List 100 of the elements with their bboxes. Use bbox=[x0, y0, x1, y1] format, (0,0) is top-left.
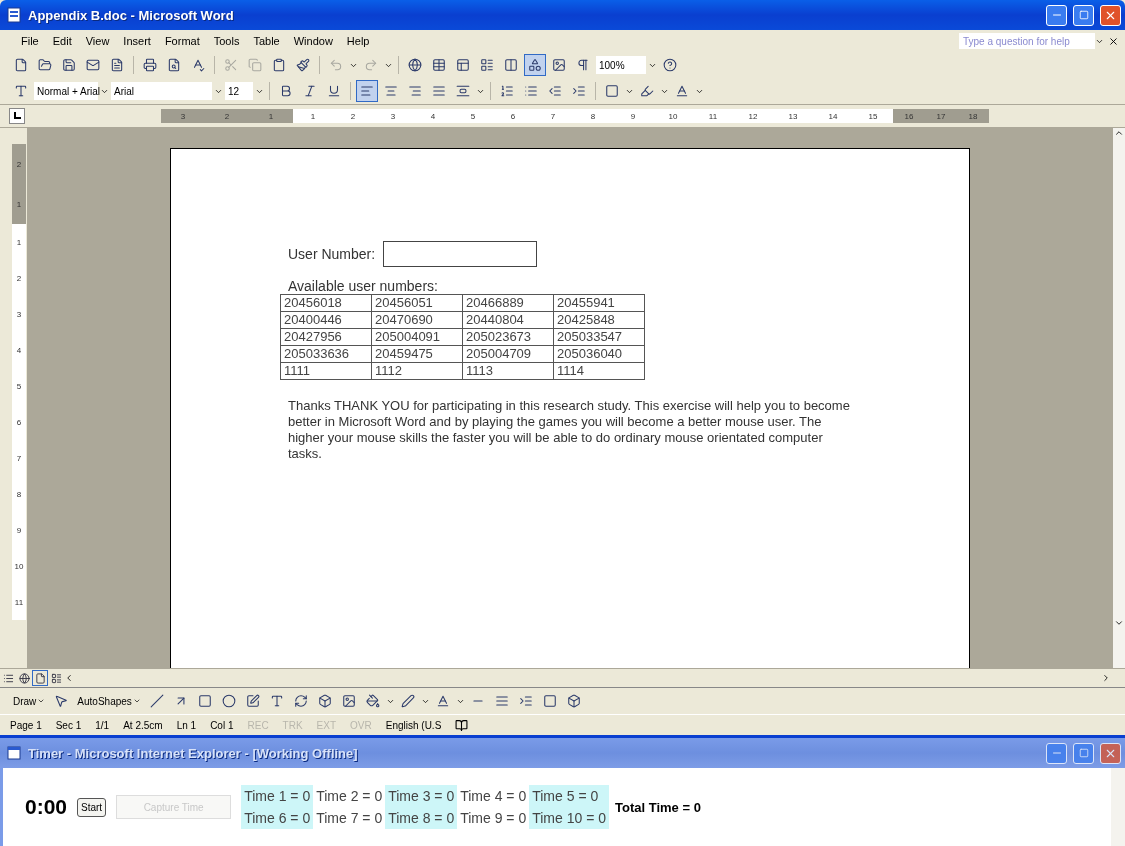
menu-item[interactable]: Window bbox=[286, 33, 340, 49]
ruler-number: 2 bbox=[15, 158, 23, 171]
drawing-icon[interactable] bbox=[524, 54, 546, 76]
window-title: Timer - Microsoft Internet Explorer - [Working Offline] bbox=[28, 745, 359, 761]
vertical-scrollbar[interactable] bbox=[1113, 128, 1125, 668]
page-icon bbox=[6, 745, 22, 761]
web-view-icon[interactable] bbox=[16, 670, 32, 686]
paragraph: Thanks THANK YOU for participating in this research study. This exercise will help you to become better in Microsoft Word and by playing the games you will become a better mouse user. The higher your mouse skills the faster you will be able to do ordinary mouse orientated computer tasks. bbox=[288, 398, 851, 462]
print-layout-icon[interactable] bbox=[32, 670, 48, 686]
close-button[interactable] bbox=[1100, 4, 1121, 26]
draw-menu-button[interactable]: Draw bbox=[10, 695, 49, 707]
time-reading: Time 6 = 0 bbox=[241, 807, 314, 829]
menu-item[interactable]: Table bbox=[246, 33, 287, 49]
timer-display: 0:00 bbox=[25, 795, 68, 819]
table-cell: 20440804 bbox=[462, 311, 554, 329]
table-cell: 205023673 bbox=[462, 328, 554, 346]
table-caption: Available user numbers: bbox=[288, 278, 439, 294]
ruler-number: 4 bbox=[15, 344, 23, 357]
minimize-button[interactable] bbox=[1046, 742, 1067, 764]
table-cell: 20466889 bbox=[462, 294, 554, 312]
help-search-field[interactable]: Type a question for help bbox=[959, 33, 1095, 49]
table-cell: 205033547 bbox=[553, 328, 645, 346]
ruler-number: 3 bbox=[179, 111, 187, 121]
maximize-icon bbox=[1078, 10, 1089, 20]
table-cell: 20455941 bbox=[553, 294, 645, 312]
font-size-dropdown[interactable]: 12 bbox=[225, 82, 253, 100]
time-reading: Time 3 = 0 bbox=[385, 785, 458, 807]
time-reading: Time 2 = 0 bbox=[315, 787, 384, 806]
time-reading: Time 10 = 0 bbox=[529, 807, 609, 829]
ruler-number: 11 bbox=[707, 111, 719, 121]
zoom-dropdown[interactable]: 100% bbox=[596, 56, 646, 74]
user-number-field[interactable] bbox=[383, 241, 538, 267]
menu-item[interactable]: Help bbox=[339, 33, 377, 49]
menu-item[interactable]: File bbox=[14, 33, 46, 49]
minimize-button[interactable] bbox=[1046, 4, 1067, 26]
horizontal-ruler[interactable]: 3 2 1 1 2 3 4 5 6 7 8 9 10 11 12 13 14 15 16 17 18 bbox=[161, 109, 989, 123]
table-cell: 20400446 bbox=[280, 311, 372, 329]
ruler-number: 1 bbox=[15, 198, 23, 211]
ruler-number: 1 bbox=[309, 111, 317, 121]
time-reading: Time 7 = 0 bbox=[315, 809, 384, 828]
table-cell: 205036040 bbox=[553, 345, 645, 363]
ruler-number: 17 bbox=[935, 111, 947, 121]
menu-item[interactable]: View bbox=[78, 33, 117, 49]
maximize-icon bbox=[1078, 748, 1089, 758]
caret-icon bbox=[132, 697, 141, 705]
ruler-number: 3 bbox=[389, 111, 397, 121]
ruler-number: 18 bbox=[967, 111, 979, 121]
close-button[interactable] bbox=[1100, 742, 1121, 764]
time-reading: Time 4 = 0 bbox=[459, 787, 528, 806]
table-cell: 20470690 bbox=[371, 311, 463, 329]
ruler-number: 7 bbox=[549, 111, 557, 121]
ruler-number: 10 bbox=[13, 560, 25, 573]
table-cell: 20425848 bbox=[553, 311, 645, 329]
table-cell: 1112 bbox=[371, 362, 463, 380]
ruler-number: 2 bbox=[15, 272, 23, 285]
ruler-number: 5 bbox=[469, 111, 477, 121]
table-cell: 205033636 bbox=[280, 345, 372, 363]
table-cell: 1114 bbox=[553, 362, 645, 380]
font-dropdown[interactable]: Arial bbox=[111, 82, 212, 100]
scroll-right-icon[interactable] bbox=[1101, 673, 1111, 683]
ruler-number: 2 bbox=[349, 111, 357, 121]
style-dropdown[interactable]: Normal + Arial bbox=[34, 82, 98, 100]
scroll-down-icon[interactable] bbox=[1114, 618, 1124, 628]
start-button[interactable]: Start bbox=[77, 797, 107, 817]
ruler-number: 10 bbox=[667, 111, 679, 121]
ruler-number: 15 bbox=[867, 111, 879, 121]
window-title: Appendix B.doc - Microsoft Word bbox=[28, 7, 235, 23]
ruler-number: 2 bbox=[223, 111, 231, 121]
menu-item[interactable]: Insert bbox=[116, 33, 158, 49]
status-text: At 2.5cm bbox=[123, 719, 163, 731]
table-cell: 1111 bbox=[280, 362, 372, 380]
align-left-icon[interactable] bbox=[356, 80, 378, 102]
menu-item[interactable]: Format bbox=[157, 33, 207, 49]
ruler-number: 5 bbox=[15, 380, 23, 393]
table-cell: 205004091 bbox=[371, 328, 463, 346]
scroll-left-icon[interactable] bbox=[64, 673, 74, 683]
close-icon[interactable] bbox=[1108, 35, 1119, 47]
menu-item[interactable]: Edit bbox=[45, 33, 79, 49]
time-reading: Time 5 = 0 bbox=[529, 785, 609, 807]
field-label: User Number: bbox=[288, 246, 376, 262]
table-cell: 205004709 bbox=[462, 345, 554, 363]
status-text: 1/1 bbox=[95, 719, 110, 731]
caret-icon bbox=[37, 697, 46, 705]
autoshapes-menu-button[interactable]: AutoShapes bbox=[74, 695, 144, 707]
time-reading: Time 1 = 0 bbox=[241, 785, 314, 807]
ruler-number: 14 bbox=[827, 111, 839, 121]
status-text: Ln 1 bbox=[176, 719, 197, 731]
maximize-button[interactable] bbox=[1073, 742, 1094, 764]
status-text: Sec 1 bbox=[55, 719, 82, 731]
ruler-number: 1 bbox=[15, 236, 23, 249]
vertical-scrollbar[interactable] bbox=[1111, 768, 1125, 846]
maximize-button[interactable] bbox=[1073, 4, 1094, 26]
tab-stop-icon[interactable] bbox=[9, 108, 25, 124]
ruler-number: 8 bbox=[589, 111, 597, 121]
scroll-up-icon[interactable] bbox=[1114, 128, 1124, 138]
book-icon bbox=[455, 718, 469, 732]
status-text: English (U.S bbox=[385, 719, 442, 731]
ruler-number: 6 bbox=[509, 111, 517, 121]
menu-item[interactable]: Tools bbox=[206, 33, 247, 49]
ruler-number: 6 bbox=[15, 416, 23, 429]
